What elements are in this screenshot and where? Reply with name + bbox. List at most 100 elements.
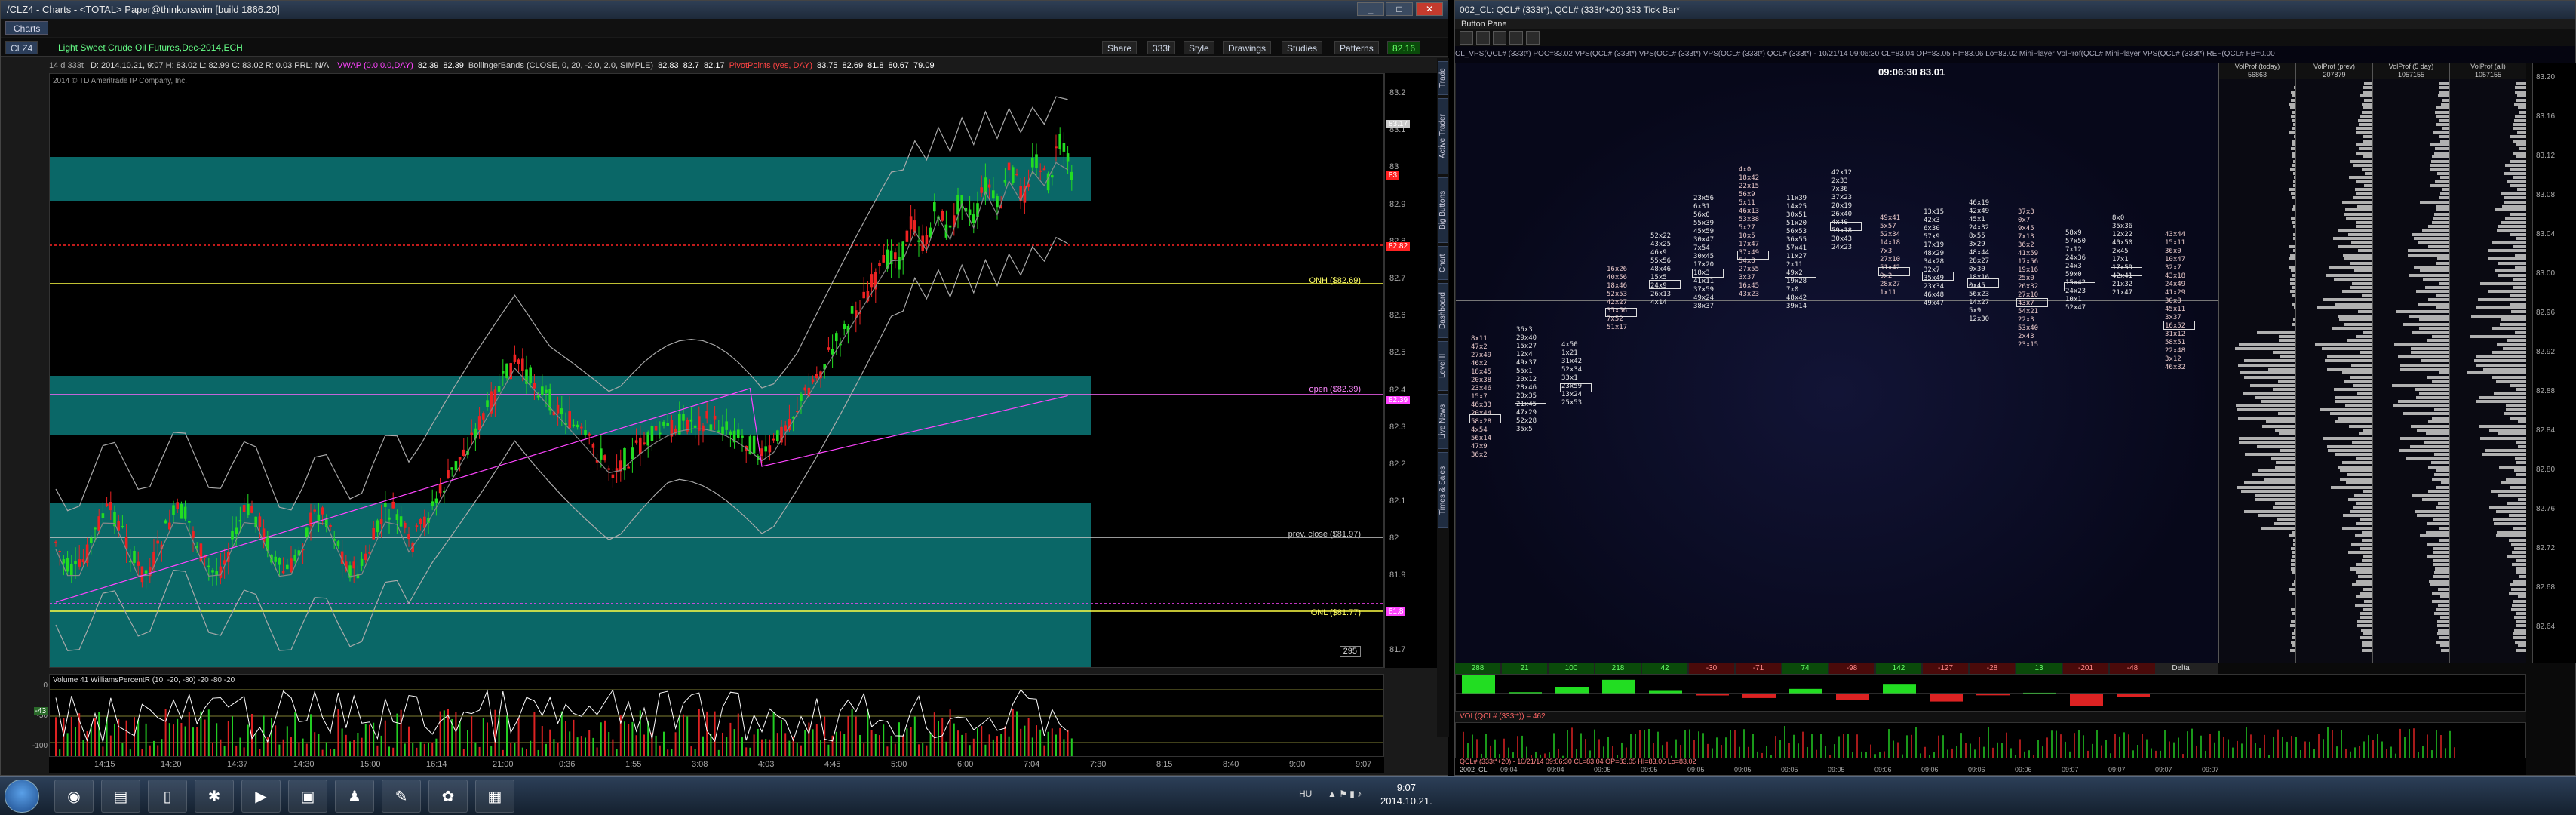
volume-profile-bar: [2256, 444, 2295, 448]
volume-profile-bar: [2433, 518, 2449, 521]
drawings-button[interactable]: Drawings: [1223, 41, 1272, 54]
footprint-price-axis[interactable]: 83.20 83.16 83.12 83.08 83.04 83.00 82.96 82.92…: [2532, 63, 2576, 663]
side-tab[interactable]: Big Buttons: [1438, 177, 1448, 243]
share-button[interactable]: Share: [1102, 41, 1138, 54]
side-tab[interactable]: Times & Sales: [1438, 452, 1448, 528]
document-icon[interactable]: ▯: [148, 780, 187, 813]
candle-body: [58, 551, 61, 553]
study-legend-item: 82.17: [704, 61, 725, 70]
volume-profile-bar: [2436, 257, 2449, 261]
chart-toolbar: CLZ4 Light Sweet Crude Oil Futures,Dec-2…: [1, 38, 1448, 57]
volume-profile-bar: [2363, 139, 2372, 143]
volume-profile-bar: [2333, 388, 2372, 391]
volume-profile-bar: [2418, 302, 2449, 306]
app-icon-4[interactable]: ♟: [335, 780, 374, 813]
volume-profile-header: VolProf (prev) 207879: [2296, 63, 2372, 79]
volume-profile-bar: [2363, 86, 2372, 90]
style-button[interactable]: Style: [1184, 41, 1214, 54]
tab-charts[interactable]: Charts: [5, 21, 49, 35]
poc-box: [1605, 308, 1637, 317]
clock-date: 2014.10.21.: [1380, 795, 1432, 807]
candle-body: [634, 440, 638, 443]
volume-profile-bar: [2511, 604, 2526, 607]
line-tool-icon[interactable]: [1509, 31, 1523, 45]
app-icon-5[interactable]: ✿: [428, 780, 468, 813]
volume-profile-bar: [2493, 518, 2526, 521]
candle-body: [972, 214, 975, 223]
footprint-column: 42x12 2x33 7x36 37x23 20x19 26x40 4x40 5…: [1831, 169, 1853, 251]
price-axis[interactable]: 83.2 83.1 83 82.9 82.8 82.7 82.6 82.5 82.4 82.3 82…: [1384, 73, 1437, 668]
candle-body: [486, 400, 489, 408]
text-tool-icon[interactable]: [1526, 31, 1540, 45]
side-tab[interactable]: Active Trader: [1438, 98, 1448, 174]
candle-body: [293, 555, 296, 561]
volume-profile-bar: [2420, 359, 2449, 363]
volume-profile-bar: [2235, 347, 2295, 350]
footprint-chart[interactable]: 09:06:30 83.01 8x11 47x2 27x49 46x2 18x4…: [1455, 63, 2218, 663]
poc-box: [2016, 298, 2048, 307]
button-pane[interactable]: Button Pane: [1455, 19, 2575, 29]
candle-body: [180, 503, 183, 519]
volume-profile-bar: [2392, 383, 2449, 387]
volume-profile-bar: [2518, 106, 2526, 110]
volume-profile-bar: [2340, 477, 2372, 481]
volume-profile-bar: [2497, 432, 2526, 436]
start-button-icon[interactable]: [5, 780, 39, 813]
app-icon-2[interactable]: ▶: [241, 780, 281, 813]
delta-bar: [2070, 694, 2103, 706]
volume-profile-bar: [2278, 334, 2295, 338]
time-axis[interactable]: 14:15 14:20 14:37 14:30 15:00 16:14 21:00 0:36 1…: [49, 757, 1384, 773]
tray-icons[interactable]: ▲ ⚑ ▮ ♪: [1328, 789, 1362, 799]
candle-body: [1062, 143, 1066, 152]
language-indicator[interactable]: HU: [1299, 789, 1312, 799]
symbol-box[interactable]: CLZ4: [5, 41, 38, 54]
studies-button[interactable]: Studies: [1282, 41, 1323, 54]
delta-histogram: [1455, 674, 2526, 712]
volume-profile-bar: [2431, 155, 2449, 159]
candle-body: [772, 438, 775, 441]
volume-profile-bar: [2515, 640, 2526, 644]
volume-profile-bar: [2506, 477, 2526, 481]
patterns-button[interactable]: Patterns: [1334, 41, 1379, 54]
maximize-button[interactable]: □: [1386, 2, 1413, 16]
minimize-button[interactable]: _: [1357, 2, 1384, 16]
system-clock[interactable]: 9:07 2014.10.21.: [1380, 781, 1432, 808]
app-icon-1[interactable]: ✱: [195, 780, 234, 813]
cursor-tool-icon[interactable]: [1460, 31, 1473, 45]
volume-profile-bar: [2403, 322, 2449, 326]
side-tab[interactable]: Chart: [1438, 246, 1448, 280]
footprint-column: 4x0 18x42 22x15 56x9 5x11 46x13 53x38 5x…: [1739, 166, 1760, 298]
volume-profile-bar: [2428, 490, 2449, 493]
app-icon-3[interactable]: ▣: [288, 780, 327, 813]
volume-profile-bar: [2344, 404, 2372, 408]
volume-profile-bar: [2437, 502, 2449, 506]
close-button[interactable]: ✕: [1416, 2, 1443, 16]
volume-profile-bar: [2491, 490, 2526, 493]
price-chart[interactable]: 2014 © TD Ameritrade IP Company, Inc. ON…: [49, 73, 1384, 668]
volume-profile-bar: [2349, 176, 2372, 180]
williams-pane[interactable]: Volume 41 WilliamsPercentR (10, -20, -80…: [49, 674, 1384, 757]
wordpad-icon[interactable]: ✎: [382, 780, 421, 813]
footprint-time-axis[interactable]: QCL# (333t*+20) - 10/21/14 09:06:30 CL=8…: [1455, 758, 2526, 775]
volume-profile-bar: [2434, 151, 2449, 155]
delta-cell: -127: [1923, 663, 1968, 674]
app-icon-6[interactable]: ▦: [475, 780, 514, 813]
volume-profile-bar: [2510, 416, 2526, 420]
poc-box: [2064, 282, 2095, 291]
zoom-tool-icon[interactable]: [1476, 31, 1490, 45]
side-tab[interactable]: Live News: [1438, 394, 1448, 449]
candle-body: [948, 225, 952, 228]
candle-body: [850, 306, 854, 314]
explorer-icon[interactable]: ▤: [101, 780, 140, 813]
volume-profile-bar: [2500, 220, 2526, 224]
side-tab[interactable]: Trade: [1438, 61, 1448, 95]
volume-profile-bar: [2355, 604, 2372, 607]
ticks-button[interactable]: 333t: [1147, 41, 1176, 54]
side-tab[interactable]: Dashboard: [1438, 283, 1448, 338]
volume-profile-bar: [2516, 624, 2526, 628]
volume-profile-bar: [2356, 595, 2372, 599]
side-tab[interactable]: Level II: [1438, 341, 1448, 391]
pan-tool-icon[interactable]: [1493, 31, 1506, 45]
chrome-icon[interactable]: ◉: [54, 780, 94, 813]
volume-profile-bar: [2355, 225, 2372, 228]
